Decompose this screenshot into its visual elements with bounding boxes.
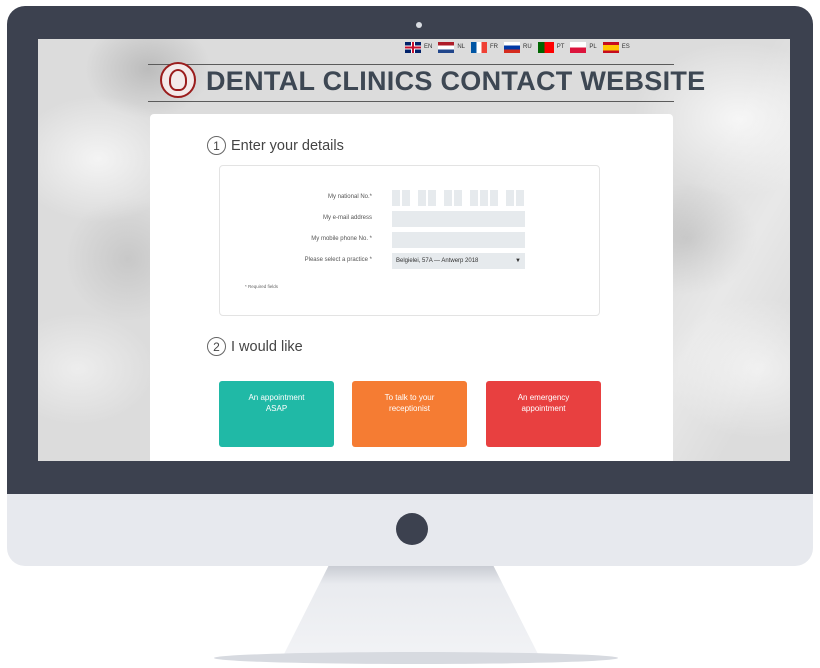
digit-box[interactable] [470,190,478,206]
language-fr[interactable]: FR [471,41,499,53]
practice-selected-value: Belgielei, 57A — Antwerp 2018 [396,258,479,264]
language-pt[interactable]: PT [537,41,565,53]
france-flag-icon [471,41,488,53]
digit-box[interactable] [480,190,488,206]
header-rule-top [148,64,674,65]
screen: EN NL FR RU PT PL ES DENTAL CLINICS CONT… [38,39,790,461]
language-selector: EN NL FR RU PT PL ES [405,40,630,54]
talk-to-receptionist-button[interactable]: To talk to your receptionist [352,381,467,447]
language-pl[interactable]: PL [570,41,597,53]
language-code: FR [490,44,499,50]
russia-flag-icon [504,41,521,53]
digit-box[interactable] [402,190,410,206]
content-panel: 1 Enter your details My national No.* My… [150,114,673,461]
digit-box[interactable] [454,190,462,206]
national-no-label: My national No.* [327,194,372,200]
digit-box[interactable] [428,190,436,206]
language-code: ES [621,44,630,50]
tooth-icon [169,69,187,91]
digit-separator [438,190,442,206]
emergency-appointment-button[interactable]: An emergency appointment [486,381,601,447]
national-no-input[interactable] [392,190,524,206]
digit-box[interactable] [506,190,514,206]
site-title: DENTAL CLINICS CONTACT WEBSITE [206,66,706,96]
language-code: PL [589,44,597,50]
digit-separator [500,190,504,206]
spain-flag-icon [602,41,619,53]
step-number: 1 [207,136,226,155]
practice-label: Please select a practice * [304,257,372,263]
language-code: EN [424,44,433,50]
portugal-flag-icon [537,41,554,53]
language-code: PT [556,44,565,50]
digit-box[interactable] [490,190,498,206]
poland-flag-icon [570,41,587,53]
step-title: I would like [231,338,303,355]
mobile-label: My mobile phone No. * [311,236,372,242]
required-fields-note: * Required fields [245,284,279,289]
camera-icon [416,22,422,28]
mobile-field[interactable] [392,232,525,248]
mobile-row: My mobile phone No. * [220,232,601,248]
chevron-down-icon: ▼ [515,258,521,264]
appointment-asap-button[interactable]: An appointment ASAP [219,381,334,447]
step-1-heading: 1 Enter your details [207,136,344,155]
language-nl[interactable]: NL [438,41,466,53]
practice-row: Please select a practice * Belgielei, 57… [220,253,601,269]
header-rule-bottom [148,101,674,102]
monitor-stand [282,566,540,658]
language-ru[interactable]: RU [504,41,532,53]
email-row: My e-mail address [220,211,601,227]
digit-separator [464,190,468,206]
national-no-row: My national No.* [220,190,601,206]
email-field[interactable] [392,211,525,227]
screen-glare [658,39,790,461]
language-code: NL [457,44,466,50]
digit-box[interactable] [418,190,426,206]
language-en[interactable]: EN [405,41,433,53]
clinic-logo [160,62,196,98]
monitor-chin [7,494,813,566]
step-number: 2 [207,337,226,356]
digit-box[interactable] [516,190,524,206]
details-form: My national No.* My e-mail address My mo… [219,165,600,316]
digit-box[interactable] [392,190,400,206]
email-label: My e-mail address [322,215,372,221]
digit-box[interactable] [444,190,452,206]
power-button[interactable] [396,513,428,545]
language-code: RU [523,44,532,50]
step-2-heading: 2 I would like [207,337,303,356]
step-title: Enter your details [231,137,344,154]
netherlands-flag-icon [438,41,455,53]
digit-separator [412,190,416,206]
monitor-base [214,652,618,664]
practice-select[interactable]: Belgielei, 57A — Antwerp 2018 ▼ [392,253,525,269]
language-es[interactable]: ES [602,41,630,53]
uk-flag-icon [405,41,421,53]
